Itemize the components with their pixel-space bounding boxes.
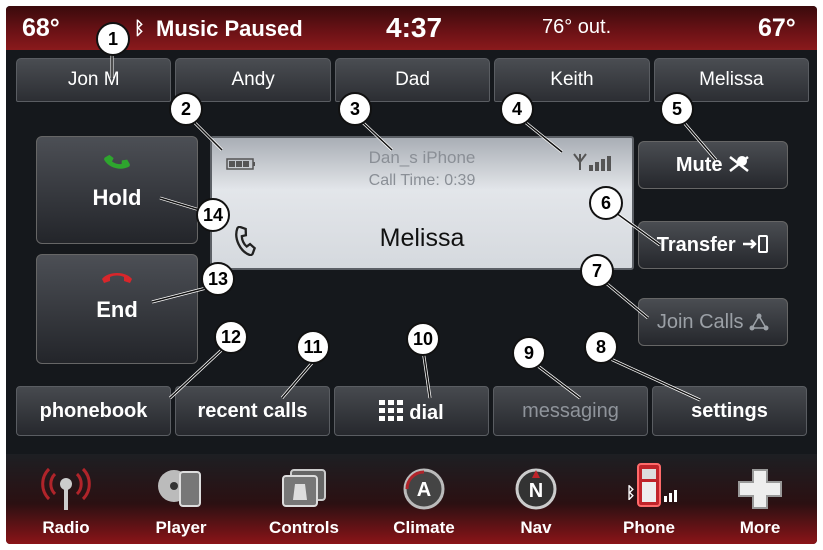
callout-4: 4 bbox=[500, 92, 534, 126]
callout-11: 11 bbox=[296, 330, 330, 364]
callout-14: 14 bbox=[196, 198, 230, 232]
callout-9: 9 bbox=[512, 336, 546, 370]
callout-8: 8 bbox=[584, 330, 618, 364]
callout-1: 1 bbox=[96, 22, 130, 56]
callout-10: 10 bbox=[406, 322, 440, 356]
callout-2: 2 bbox=[169, 92, 203, 126]
callout-5: 5 bbox=[660, 92, 694, 126]
callout-leaders bbox=[110, 55, 718, 402]
callout-12: 12 bbox=[214, 320, 248, 354]
callout-7: 7 bbox=[580, 254, 614, 288]
callout-13: 13 bbox=[201, 262, 235, 296]
callout-3: 3 bbox=[338, 92, 372, 126]
callout-6: 6 bbox=[589, 186, 623, 220]
